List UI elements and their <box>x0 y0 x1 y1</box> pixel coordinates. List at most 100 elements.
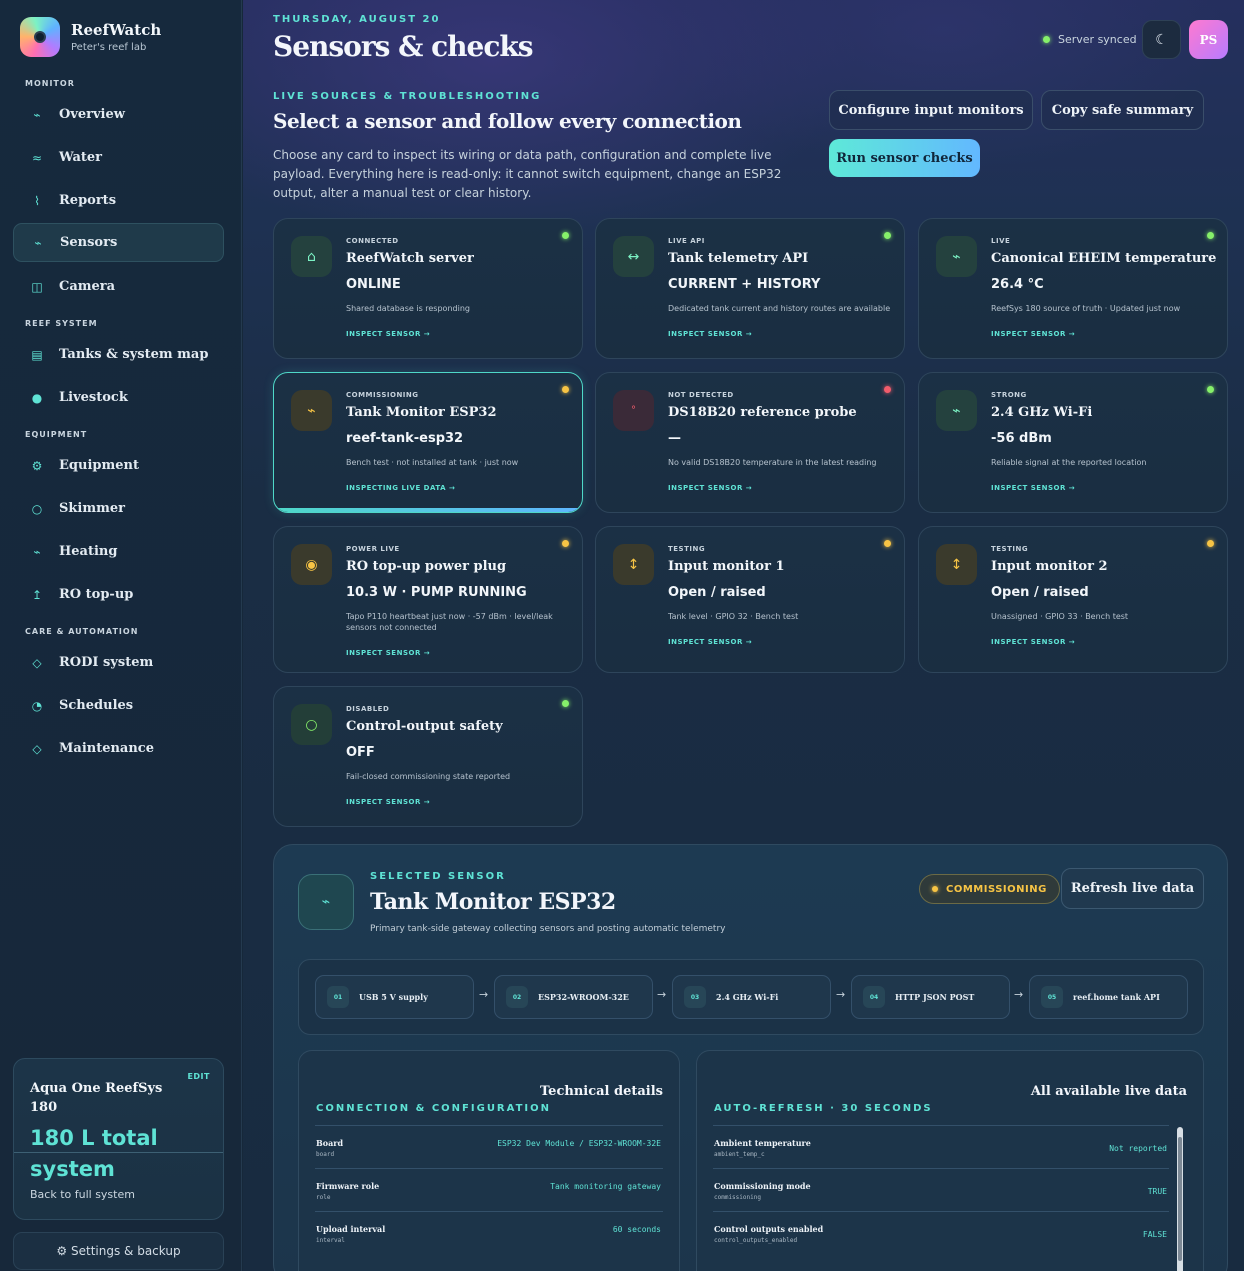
arrow-right-icon: → <box>836 988 846 1001</box>
sidebar-item-sensors[interactable]: ⌁ Sensors <box>13 223 224 262</box>
sidebar-item-reports[interactable]: ⌇ Reports <box>13 181 224 220</box>
main-content: THURSDAY, AUGUST 20 Sensors & checks Ser… <box>243 0 1244 1271</box>
sidebar-item-camera[interactable]: ◫ Camera <box>13 267 224 306</box>
sensor-card[interactable]: ○ DISABLED Control-output safety OFF Fail-cl… <box>273 686 583 827</box>
sensor-card[interactable]: ⌁ COMMISSIONING Tank Monitor ESP32 reef-tan… <box>273 372 583 513</box>
sidebar-item-rodi-system[interactable]: ◇ RODI system <box>13 643 224 682</box>
detail-row: Board board ESP32 Dev Module / ESP32-WRO… <box>315 1125 663 1168</box>
sensor-card[interactable]: ⌁ LIVE Canonical EHEIM temperature 26.4 °C R… <box>918 218 1228 359</box>
detail-row: Ambient temperature ambient_temp_c Not r… <box>713 1125 1169 1168</box>
chip-icon: ⌁ <box>291 390 332 431</box>
sensor-card[interactable]: ° NOT DETECTED DS18B20 reference probe — No … <box>595 372 905 513</box>
sensor-card[interactable]: ⌁ STRONG 2.4 GHz Wi-Fi -56 dBm Reliable sign… <box>918 372 1228 513</box>
sensor-card[interactable]: ↕ TESTING Input monitor 2 Open / raised Unas… <box>918 526 1228 673</box>
sensor-value: Open / raised <box>991 585 1089 600</box>
avatar[interactable]: PS <box>1189 20 1228 59</box>
sidebar-item-tanks[interactable]: ▤ Tanks & system map <box>13 335 224 374</box>
theme-toggle-button[interactable]: ☾ <box>1142 20 1181 59</box>
tank-icon: ▤ <box>31 347 43 362</box>
inspect-sensor-link[interactable]: INSPECT SENSOR → <box>991 484 1075 492</box>
sidebar-item-label: Tanks & system map <box>59 347 209 362</box>
updown-icon: ↕ <box>613 544 654 585</box>
sensor-description: No valid DS18B20 temperature in the late… <box>668 458 877 467</box>
nav-section-reef-system: REEF SYSTEM <box>25 319 98 328</box>
sensor-value: ONLINE <box>346 277 401 292</box>
section-title: Select a sensor and follow every connect… <box>273 109 742 133</box>
detail-row: Upload interval interval 60 seconds <box>315 1211 663 1254</box>
sidebar-item-heating[interactable]: ⌁ Heating <box>13 532 224 571</box>
row-label: Firmware role <box>316 1181 380 1191</box>
sidebar-item-ro-top-up[interactable]: ↥ RO top-up <box>13 575 224 614</box>
inspect-sensor-link[interactable]: INSPECT SENSOR → <box>668 330 752 338</box>
sensor-value: OFF <box>346 745 375 760</box>
chain-step: 03 2.4 GHz Wi-Fi <box>672 975 831 1019</box>
status-dot-icon <box>1207 232 1214 239</box>
sidebar-item-overview[interactable]: ⌁ Overview <box>13 95 224 134</box>
configure-input-monitors-button[interactable]: Configure input monitors <box>829 90 1033 130</box>
sensor-name: 2.4 GHz Wi-Fi <box>991 405 1093 420</box>
chain-step: 02 ESP32-WROOM-32E <box>494 975 653 1019</box>
status-dot-icon <box>932 886 938 892</box>
sidebar-item-water[interactable]: ≈ Water <box>13 138 224 177</box>
sensor-card[interactable]: ↔ LIVE API Tank telemetry API CURRENT + HIS… <box>595 218 905 359</box>
inspect-sensor-link[interactable]: INSPECTING LIVE DATA → <box>346 484 455 492</box>
inspect-sensor-link[interactable]: INSPECT SENSOR → <box>346 649 430 657</box>
sidebar-item-livestock[interactable]: ● Livestock <box>13 378 224 417</box>
app-subtitle: Peter's reef lab <box>71 42 147 53</box>
row-value: 60 seconds <box>612 1225 661 1234</box>
status-dot-icon <box>562 232 569 239</box>
sidebar-item-label: Sensors <box>60 235 118 250</box>
selected-sensor-panel: ⌁ SELECTED SENSOR Tank Monitor ESP32 Pri… <box>273 844 1228 1271</box>
inspect-sensor-link[interactable]: INSPECT SENSOR → <box>346 798 430 806</box>
sidebar-item-skimmer[interactable]: ○ Skimmer <box>13 489 224 528</box>
detail-row: Firmware role role Tank monitoring gatew… <box>315 1168 663 1211</box>
chain-step: 05 reef.home tank API <box>1029 975 1188 1019</box>
sidebar-item-label: RO top-up <box>59 587 134 602</box>
tank-total-volume: 180 L total system <box>30 1126 158 1181</box>
sensor-name: Input monitor 2 <box>991 559 1108 574</box>
step-number: 03 <box>684 986 706 1008</box>
sensor-card[interactable]: ↕ TESTING Input monitor 1 Open / raised Tank… <box>595 526 905 673</box>
sensor-value: reef-tank-esp32 <box>346 431 464 446</box>
copy-safe-summary-button[interactable]: Copy safe summary <box>1041 90 1204 130</box>
panel-title: Technical details <box>540 1084 663 1099</box>
inspect-sensor-link[interactable]: INSPECT SENSOR → <box>991 638 1075 646</box>
plug-icon: ◉ <box>291 544 332 585</box>
pulse-icon: ⌁ <box>34 235 42 250</box>
sidebar-item-maintenance[interactable]: ◇ Maintenance <box>13 729 224 768</box>
settings-backup-button[interactable]: ⚙ Settings & backup <box>13 1232 224 1270</box>
inspect-sensor-link[interactable]: INSPECT SENSOR → <box>991 330 1075 338</box>
inspect-sensor-link[interactable]: INSPECT SENSOR → <box>668 638 752 646</box>
inspect-sensor-link[interactable]: INSPECT SENSOR → <box>346 330 430 338</box>
inspect-sensor-link[interactable]: INSPECT SENSOR → <box>668 484 752 492</box>
sensor-status: CONNECTED <box>346 237 399 245</box>
sidebar-item-schedules[interactable]: ◔ Schedules <box>13 686 224 725</box>
back-to-system-link[interactable]: Back to full system <box>30 1188 135 1201</box>
sidebar-item-label: Water <box>59 150 103 165</box>
fish-icon: ● <box>31 390 43 405</box>
current-date: THURSDAY, AUGUST 20 <box>273 14 441 25</box>
diamond-icon: ◇ <box>32 655 42 670</box>
sensor-name: Tank Monitor ESP32 <box>346 405 497 420</box>
sensor-card[interactable]: ⌂ CONNECTED ReefWatch server ONLINE Shared d… <box>273 218 583 359</box>
detail-eyebrow: SELECTED SENSOR <box>370 871 506 882</box>
scrollbar-thumb[interactable] <box>1178 1137 1182 1261</box>
sidebar-item-equipment[interactable]: ⚙ Equipment <box>13 446 224 485</box>
nav-section-monitor: MONITOR <box>25 79 75 88</box>
sensor-status: LIVE API <box>668 237 705 245</box>
refresh-live-data-button[interactable]: Refresh live data <box>1061 868 1204 909</box>
row-label: Board <box>316 1138 344 1148</box>
sensor-status: LIVE <box>991 237 1011 245</box>
tank-edit-link[interactable]: EDIT <box>187 1072 210 1081</box>
sensor-status: NOT DETECTED <box>668 391 734 399</box>
brand[interactable]: ReefWatch Peter's reef lab <box>20 17 161 57</box>
ring-icon: ○ <box>31 501 43 516</box>
tank-summary-card[interactable]: Aqua One ReefSys 180 EDIT 180 L total sy… <box>13 1058 224 1220</box>
sensor-value: — <box>668 431 681 446</box>
row-label: Ambient temperature <box>714 1138 811 1148</box>
sensor-description: Tapo P110 heartbeat just now · -57 dBm ·… <box>346 612 553 632</box>
status-dot-icon <box>562 540 569 547</box>
panel-eyebrow: AUTO-REFRESH · 30 SECONDS <box>714 1103 933 1114</box>
run-sensor-checks-button[interactable]: Run sensor checks <box>829 139 980 177</box>
sensor-card[interactable]: ◉ POWER LIVE RO top-up power plug 10.3 W · … <box>273 526 583 673</box>
